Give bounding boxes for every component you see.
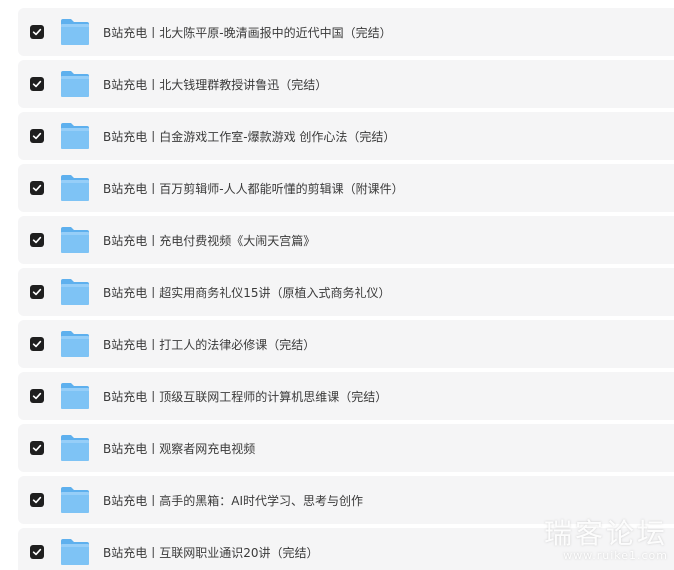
file-row[interactable]: B站充电丨观察者网充电视频 [18, 424, 674, 472]
folder-icon [60, 18, 90, 46]
file-row[interactable]: B站充电丨充电付费视频《大闹天宫篇》 [18, 216, 674, 264]
file-row[interactable]: B站充电丨百万剪辑师-人人都能听懂的剪辑课（附课件） [18, 164, 674, 212]
file-checkbox[interactable] [30, 441, 44, 455]
check-icon [32, 340, 42, 348]
file-row[interactable]: B站充电丨顶级互联网工程师的计算机思维课（完结） [18, 372, 674, 420]
file-row[interactable]: B站充电丨北大陈平原-晚清画报中的近代中国（完结） [18, 8, 674, 56]
check-icon [32, 288, 42, 296]
folder-icon [60, 486, 90, 514]
file-name: B站充电丨高手的黑箱：AI时代学习、思考与创作 [103, 493, 363, 508]
file-name: B站充电丨互联网职业通识20讲（完结） [103, 545, 319, 560]
file-row[interactable]: B站充电丨高手的黑箱：AI时代学习、思考与创作 [18, 476, 674, 524]
file-checkbox[interactable] [30, 233, 44, 247]
file-row[interactable]: B站充电丨北大钱理群教授讲鲁迅（完结） [18, 60, 674, 108]
file-name: B站充电丨白金游戏工作室-爆款游戏 创作心法（完结） [103, 129, 396, 144]
check-icon [32, 548, 42, 556]
file-name: B站充电丨北大陈平原-晚清画报中的近代中国（完结） [103, 25, 392, 40]
file-row[interactable]: B站充电丨白金游戏工作室-爆款游戏 创作心法（完结） [18, 112, 674, 160]
file-checkbox[interactable] [30, 493, 44, 507]
file-checkbox[interactable] [30, 25, 44, 39]
file-name: B站充电丨顶级互联网工程师的计算机思维课（完结） [103, 389, 388, 404]
file-name: B站充电丨北大钱理群教授讲鲁迅（完结） [103, 77, 328, 92]
check-icon [32, 496, 42, 504]
file-name: B站充电丨观察者网充电视频 [103, 441, 256, 456]
file-name: B站充电丨超实用商务礼仪15讲（原植入式商务礼仪） [103, 285, 391, 300]
file-checkbox[interactable] [30, 129, 44, 143]
folder-icon [60, 226, 90, 254]
check-icon [32, 132, 42, 140]
folder-icon [60, 278, 90, 306]
folder-icon [60, 330, 90, 358]
file-name: B站充电丨充电付费视频《大闹天宫篇》 [103, 233, 316, 248]
check-icon [32, 444, 42, 452]
folder-icon [60, 382, 90, 410]
folder-icon [60, 434, 90, 462]
file-checkbox[interactable] [30, 337, 44, 351]
file-checkbox[interactable] [30, 181, 44, 195]
folder-icon [60, 174, 90, 202]
folder-icon [60, 538, 90, 566]
check-icon [32, 80, 42, 88]
check-icon [32, 236, 42, 244]
folder-icon [60, 70, 90, 98]
file-row[interactable]: B站充电丨打工人的法律必修课（完结） [18, 320, 674, 368]
file-browser-page: B站充电丨北大陈平原-晚清画报中的近代中国（完结） B站充电丨北大钱理群教授讲鲁迅… [0, 0, 674, 570]
folder-icon [60, 122, 90, 150]
file-list: B站充电丨北大陈平原-晚清画报中的近代中国（完结） B站充电丨北大钱理群教授讲鲁迅… [18, 8, 674, 570]
check-icon [32, 28, 42, 36]
file-row[interactable]: B站充电丨互联网职业通识20讲（完结） [18, 528, 674, 570]
file-checkbox[interactable] [30, 389, 44, 403]
file-checkbox[interactable] [30, 77, 44, 91]
file-name: B站充电丨打工人的法律必修课（完结） [103, 337, 316, 352]
file-row[interactable]: B站充电丨超实用商务礼仪15讲（原植入式商务礼仪） [18, 268, 674, 316]
check-icon [32, 184, 42, 192]
file-checkbox[interactable] [30, 285, 44, 299]
check-icon [32, 392, 42, 400]
file-name: B站充电丨百万剪辑师-人人都能听懂的剪辑课（附课件） [103, 181, 404, 196]
file-checkbox[interactable] [30, 545, 44, 559]
